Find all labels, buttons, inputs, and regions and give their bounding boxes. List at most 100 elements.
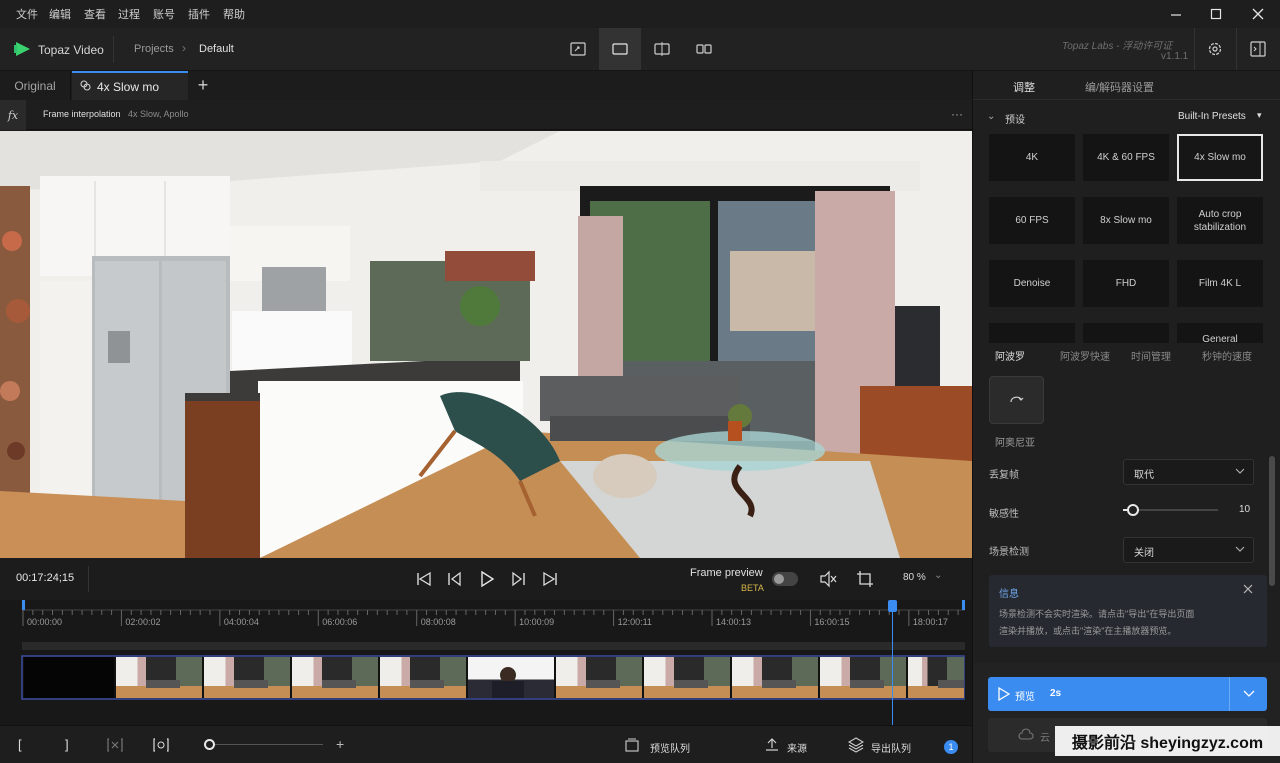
video-preview[interactable]	[0, 131, 972, 558]
tab-active-label: 4x Slow mo	[97, 79, 160, 94]
view-single-icon[interactable]	[557, 28, 599, 70]
timeline-zoom-knob[interactable]	[204, 739, 215, 750]
menu-plugins[interactable]: 插件	[188, 6, 210, 22]
scene-detection-dropdown[interactable]: 关闭	[1123, 537, 1254, 563]
export-count-badge: 1	[944, 740, 958, 754]
preset-4k[interactable]: 4K	[989, 134, 1075, 181]
mark-out-button[interactable]: ]	[65, 737, 69, 752]
timeline-tick-label: 04:00:04	[223, 617, 259, 627]
model-tab-apollo-fast[interactable]: 阿波罗快速	[1060, 348, 1110, 363]
preview-button[interactable]: 预览 2s	[988, 677, 1267, 711]
skip-start-icon[interactable]	[414, 569, 434, 589]
menu-help[interactable]: 帮助	[223, 6, 245, 22]
model-tab-time-manager[interactable]: 时间管理	[1131, 348, 1171, 363]
source-label[interactable]: 来源	[787, 740, 807, 755]
zoom-dropdown-icon[interactable]: ⌄	[934, 570, 942, 581]
menu-account[interactable]: 账号	[153, 6, 175, 22]
mute-icon[interactable]	[818, 569, 838, 589]
preset-60fps[interactable]: 60 FPS	[989, 197, 1075, 244]
model-tab-seconds-speed[interactable]: 秒钟的速度	[1202, 348, 1252, 363]
interior-scene-image	[0, 131, 972, 558]
timecode: 00:17:24;15	[16, 572, 75, 584]
menu-process[interactable]: 过程	[118, 6, 140, 22]
play-outline-icon	[998, 686, 1011, 704]
timeline-thumbnail	[820, 657, 906, 698]
skip-end-icon[interactable]	[540, 569, 560, 589]
tab-original[interactable]: Original	[0, 71, 71, 100]
timeline-tick-label: 16:00:15	[814, 617, 850, 627]
preset-unnamed-1[interactable]	[989, 323, 1075, 343]
preset-auto-crop[interactable]: Auto crop stabilization	[1177, 197, 1263, 244]
menu-file[interactable]: 文件	[16, 6, 38, 22]
info-text-line1: 场景检测不会实时渲染。请点击"导出"在导出页面	[999, 609, 1195, 619]
timeline-thumbnail	[116, 657, 202, 698]
layers-icon[interactable]	[847, 737, 865, 756]
zoom-level[interactable]: 80 %	[903, 572, 926, 583]
tab-4x-slow-mo[interactable]: 4x Slow mo	[72, 71, 188, 100]
upload-icon[interactable]	[765, 737, 779, 754]
timeline-thumbnail	[556, 657, 642, 698]
menubar: 文件 编辑 查看 过程 账号 插件 帮助	[0, 0, 1280, 28]
in-marker[interactable]	[22, 600, 25, 610]
step-forward-icon[interactable]	[508, 569, 528, 589]
gear-icon[interactable]	[1207, 41, 1223, 60]
duplicate-frames-dropdown[interactable]: 取代	[1123, 459, 1254, 485]
panel-scrollbar[interactable]	[1269, 456, 1275, 586]
preset-unnamed-2[interactable]	[1083, 323, 1169, 343]
preset-film-4k-l[interactable]: Film 4K L	[1177, 260, 1263, 307]
preset-general[interactable]: General	[1177, 323, 1263, 343]
sensitivity-slider[interactable]	[1123, 504, 1218, 516]
fx-icon[interactable]: fx	[0, 100, 26, 130]
playhead[interactable]	[892, 600, 893, 725]
preview-queue-label[interactable]: 预览队列	[650, 740, 690, 755]
chevron-down-icon[interactable]: ⌄	[987, 111, 995, 122]
playhead-handle[interactable]	[888, 600, 897, 612]
bottom-toolbar: [ ] + 预览队列 来源 导出队列 1	[0, 725, 972, 763]
more-options-icon[interactable]: ···	[951, 107, 963, 121]
menu-view[interactable]: 查看	[84, 6, 106, 22]
breadcrumb-default[interactable]: Default	[199, 43, 234, 55]
minimize-icon[interactable]	[1156, 2, 1196, 26]
preset-8x-slow-mo[interactable]: 8x Slow mo	[1083, 197, 1169, 244]
model-name: 阿奥尼亚	[995, 438, 1035, 449]
preset-denoise[interactable]: Denoise	[989, 260, 1075, 307]
clear-marks-icon[interactable]	[107, 738, 123, 755]
timeline[interactable]: 00:00:00 02:00:02 04:00:04 06:00:06 08:00:08…	[0, 600, 972, 725]
maximize-icon[interactable]	[1196, 2, 1236, 26]
add-tab-button[interactable]: +	[194, 71, 212, 100]
close-icon[interactable]	[1238, 2, 1278, 26]
preset-4x-slow-mo[interactable]: 4x Slow mo	[1177, 134, 1263, 181]
zoom-fit-icon[interactable]	[153, 738, 169, 755]
frame-preview-toggle[interactable]	[772, 572, 798, 586]
close-info-icon[interactable]	[1243, 583, 1253, 597]
view-split-icon[interactable]	[641, 28, 683, 70]
crop-icon[interactable]	[855, 569, 875, 589]
timeline-zoom-slider[interactable]	[205, 744, 323, 745]
view-fullframe-icon[interactable]	[599, 28, 641, 70]
tab-adjust[interactable]: 调整	[1013, 79, 1035, 95]
mark-in-button[interactable]: [	[18, 737, 22, 752]
model-tab-apollo[interactable]: 阿波罗	[995, 348, 1025, 363]
info-box: 信息 场景检测不会实时渲染。请点击"导出"在导出页面 渲染并播放，或点击"渲染"…	[989, 575, 1267, 647]
chevron-right-icon: ›	[182, 41, 186, 55]
preview-label: 预览	[1015, 692, 1035, 703]
export-queue-label[interactable]: 导出队列	[871, 740, 911, 755]
caret-down-icon[interactable]: ▾	[1257, 110, 1262, 121]
model-aion-button[interactable]	[989, 376, 1044, 424]
tab-codec[interactable]: 编/解码器设置	[1085, 79, 1154, 95]
step-back-icon[interactable]	[445, 569, 465, 589]
view-sidebyside-icon[interactable]	[683, 28, 725, 70]
preview-queue-icon[interactable]	[625, 738, 639, 755]
breadcrumb-projects[interactable]: Projects	[134, 43, 174, 55]
preset-4k-60fps[interactable]: 4K & 60 FPS	[1083, 134, 1169, 181]
preset-fhd[interactable]: FHD	[1083, 260, 1169, 307]
play-icon[interactable]	[477, 569, 497, 589]
editor-tabs: Original 4x Slow mo +	[0, 71, 972, 100]
preview-options-icon[interactable]	[1243, 687, 1255, 701]
presets-source[interactable]: Built-In Presets	[1178, 111, 1246, 122]
menu-edit[interactable]: 编辑	[49, 6, 71, 22]
sensitivity-knob[interactable]	[1126, 504, 1139, 516]
zoom-in-button[interactable]: +	[336, 736, 344, 752]
panel-toggle-icon[interactable]	[1250, 41, 1266, 60]
out-marker[interactable]	[962, 600, 965, 610]
